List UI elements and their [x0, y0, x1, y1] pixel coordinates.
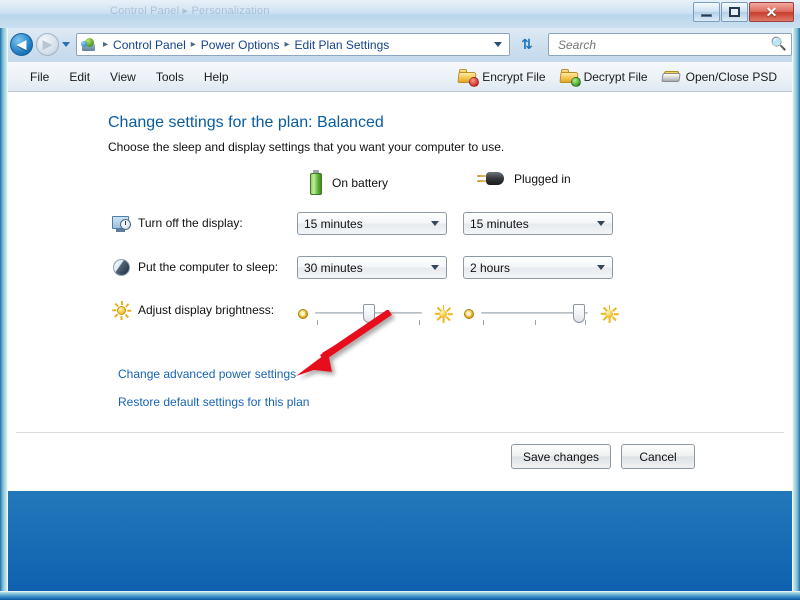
- dropdown-turn-off-display-plugged[interactable]: 15 minutes: [463, 212, 613, 235]
- brightness-slider-battery[interactable]: [297, 301, 453, 327]
- toolbar-encrypt-file-label: Encrypt File: [482, 69, 546, 84]
- close-icon: ✕: [765, 4, 778, 20]
- maximize-button[interactable]: [721, 2, 748, 22]
- titlebar-background-text: Control Panel ▸ Personalization: [110, 5, 270, 17]
- forward-button[interactable]: ▶: [36, 33, 59, 56]
- maximize-icon: [729, 7, 740, 17]
- setting-row-sleep: Put the computer to sleep: 30 minutes 2 …: [8, 254, 792, 282]
- refresh-icon: ⇅: [521, 36, 533, 53]
- menu-items: File Edit View Tools Help: [8, 67, 239, 87]
- breadcrumb-separator: ▸: [190, 39, 196, 50]
- dropdown-turn-off-display-plugged-value: 15 minutes: [470, 216, 529, 231]
- breadcrumb-control-panel[interactable]: Control Panel: [112, 38, 187, 52]
- dropdown-turn-off-display-battery[interactable]: 15 minutes: [297, 212, 447, 235]
- toolbar-decrypt-file[interactable]: Decrypt File: [553, 67, 655, 87]
- power-plug-icon: [476, 170, 506, 188]
- breadcrumb-edit-plan-settings[interactable]: Edit Plan Settings: [294, 38, 391, 52]
- breadcrumb-separator: ▸: [284, 39, 290, 50]
- close-button[interactable]: ✕: [749, 2, 794, 22]
- toolbar-open-close-psd-label: Open/Close PSD: [685, 69, 777, 84]
- chevron-down-icon: [431, 221, 439, 226]
- search-icon: 🔍: [770, 37, 787, 52]
- page-subtitle: Choose the sleep and display settings th…: [108, 140, 505, 154]
- column-header-on-battery: On battery: [308, 170, 388, 196]
- link-restore-default-settings[interactable]: Restore default settings for this plan: [118, 395, 309, 409]
- breadcrumb-power-options[interactable]: Power Options: [200, 38, 281, 52]
- dropdown-sleep-battery[interactable]: 30 minutes: [297, 256, 447, 279]
- menu-bar: File Edit View Tools Help Encrypt File D…: [8, 62, 792, 92]
- drive-icon: [660, 70, 681, 84]
- window-frame-bottom: [0, 591, 800, 600]
- menu-file[interactable]: File: [20, 67, 59, 87]
- window-frame-left: [0, 28, 8, 600]
- search-box[interactable]: 🔍: [548, 33, 792, 56]
- title-bar: Control Panel ▸ Personalization ✕: [0, 0, 800, 29]
- address-bar[interactable]: ▸ Control Panel ▸ Power Options ▸ Edit P…: [76, 33, 510, 56]
- toolbar-open-close-psd[interactable]: Open/Close PSD: [655, 68, 784, 86]
- application-window: Control Panel ▸ Personalization ✕ ◀ ▶ ▸ …: [0, 0, 800, 600]
- sun-bright-icon: [600, 305, 619, 323]
- minimize-icon: [701, 13, 712, 17]
- menu-help[interactable]: Help: [194, 67, 239, 87]
- window-frame-right: [792, 28, 800, 600]
- menu-view[interactable]: View: [100, 67, 146, 87]
- brightness-slider-plugged-thumb[interactable]: [573, 304, 586, 323]
- sun-bright-icon: [434, 305, 453, 323]
- menu-edit[interactable]: Edit: [59, 67, 100, 87]
- forward-arrow-icon: ▶: [42, 37, 53, 52]
- refresh-button[interactable]: ⇅: [516, 33, 538, 56]
- setting-row-turn-off-display-label: Turn off the display:: [138, 216, 243, 230]
- save-changes-button[interactable]: Save changes: [511, 444, 611, 469]
- brightness-slider-plugged-track[interactable]: [481, 301, 588, 327]
- page-title: Change settings for the plan: Balanced: [108, 114, 384, 131]
- setting-row-turn-off-display: Turn off the display: 15 minutes 15 minu…: [8, 210, 792, 238]
- back-button[interactable]: ◀: [10, 33, 33, 56]
- menu-tools[interactable]: Tools: [146, 67, 194, 87]
- chevron-down-icon: [597, 265, 605, 270]
- dropdown-sleep-plugged[interactable]: 2 hours: [463, 256, 613, 279]
- setting-row-sleep-label: Put the computer to sleep:: [138, 260, 279, 274]
- breadcrumb-separator: ▸: [103, 39, 109, 50]
- history-dropdown-icon[interactable]: [62, 42, 70, 47]
- dropdown-sleep-plugged-value: 2 hours: [470, 260, 511, 275]
- dropdown-turn-off-display-battery-value: 15 minutes: [304, 216, 363, 231]
- folder-lock-red-icon: [457, 68, 480, 87]
- footer-divider: [16, 432, 784, 433]
- chevron-down-icon[interactable]: [494, 42, 502, 47]
- minimize-button[interactable]: [693, 2, 720, 22]
- toolbar-decrypt-file-label: Decrypt File: [583, 69, 648, 84]
- brightness-slider-plugged[interactable]: [463, 301, 619, 327]
- folder-unlock-green-icon: [559, 68, 581, 87]
- toolbar-items: Encrypt File Decrypt File Open/Close PSD: [451, 67, 792, 87]
- sun-dim-icon: [463, 308, 475, 320]
- dropdown-sleep-battery-value: 30 minutes: [304, 260, 363, 275]
- link-change-advanced-power-settings[interactable]: Change advanced power settings: [118, 367, 296, 381]
- column-header-plugged-in: Plugged in: [476, 170, 571, 188]
- search-input[interactable]: [556, 36, 771, 53]
- content-area: Change settings for the plan: Balanced C…: [8, 92, 792, 491]
- control-panel-icon: [81, 37, 97, 53]
- window-controls: ✕: [693, 2, 794, 22]
- column-header-on-battery-label: On battery: [332, 176, 389, 190]
- cancel-button[interactable]: Cancel: [621, 444, 695, 469]
- sun-dim-icon: [297, 308, 309, 320]
- setting-row-brightness: Adjust display brightness:: [8, 297, 792, 325]
- toolbar-encrypt-file[interactable]: Encrypt File: [451, 67, 552, 87]
- chevron-down-icon: [597, 221, 605, 226]
- setting-row-brightness-label: Adjust display brightness:: [138, 303, 275, 317]
- brightness-slider-battery-track[interactable]: [315, 301, 422, 327]
- brightness-slider-battery-thumb[interactable]: [362, 304, 375, 323]
- column-header-plugged-in-label: Plugged in: [514, 172, 571, 186]
- chevron-down-icon: [431, 265, 439, 270]
- navigation-bar: ◀ ▶ ▸ Control Panel ▸ Power Options ▸ Ed…: [0, 28, 800, 62]
- battery-icon: [308, 170, 324, 196]
- back-arrow-icon: ◀: [16, 37, 27, 52]
